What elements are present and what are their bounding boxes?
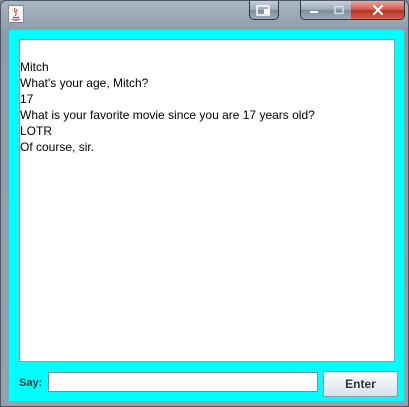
app-window: Mitch What's your age, Mitch? 17 What is… [0, 0, 409, 407]
chat-line: 17 [20, 92, 34, 106]
chat-line: LOTR [20, 124, 53, 138]
chat-line: Mitch [20, 60, 49, 74]
java-app-icon[interactable] [8, 5, 24, 23]
minimize-button[interactable] [300, 1, 327, 20]
close-button[interactable] [351, 1, 405, 20]
client-area: Mitch What's your age, Mitch? 17 What is… [9, 30, 404, 401]
maximize-icon [333, 5, 344, 15]
title-bar[interactable] [1, 1, 408, 29]
close-icon [372, 4, 383, 16]
window-switch-icon [256, 4, 270, 16]
enter-button[interactable]: Enter [323, 371, 398, 397]
say-input[interactable] [48, 372, 318, 392]
chat-line: Of course, sir. [20, 140, 95, 154]
chat-transcript[interactable]: Mitch What's your age, Mitch? 17 What is… [19, 39, 395, 362]
minimize-icon [309, 11, 318, 13]
chat-line: What's your age, Mitch? [20, 76, 149, 90]
maximize-button[interactable] [326, 1, 352, 20]
say-label: Say: [19, 377, 43, 389]
chat-line: What is your favorite movie since you ar… [20, 108, 315, 122]
window-switch-button[interactable] [249, 1, 279, 20]
